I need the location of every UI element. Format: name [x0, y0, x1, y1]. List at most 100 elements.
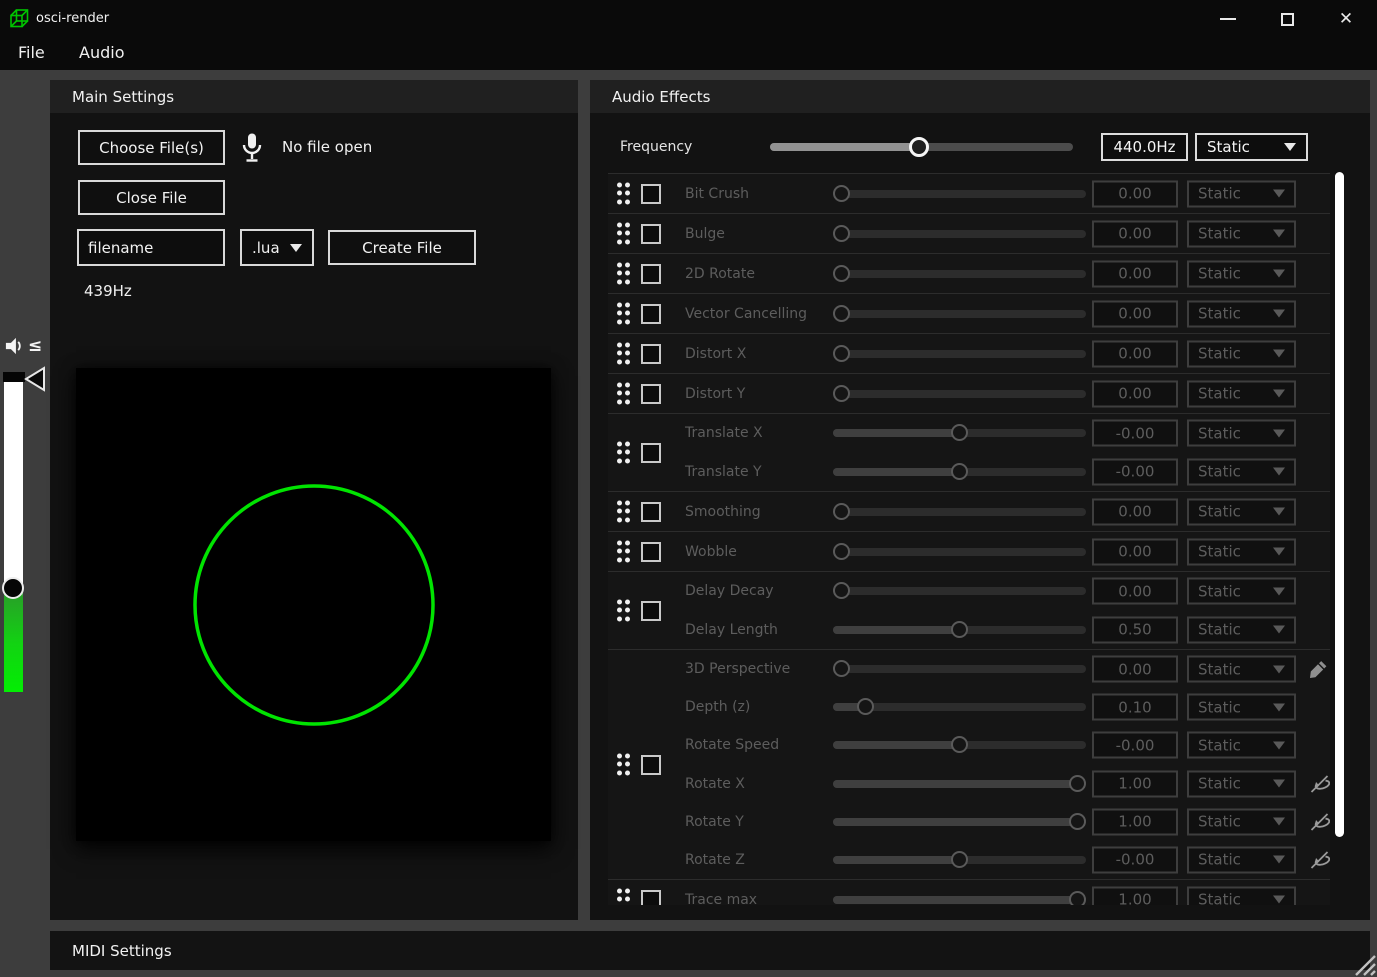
effect-slider[interactable] [833, 190, 1086, 198]
effect-value-box[interactable]: 0.10 [1092, 694, 1178, 721]
create-file-button[interactable]: Create File [328, 230, 476, 265]
effect-slider[interactable] [833, 230, 1086, 238]
effect-mode-dropdown[interactable]: Static [1187, 538, 1296, 565]
effect-slider-thumb[interactable] [951, 851, 968, 868]
effect-slider-thumb[interactable] [951, 621, 968, 638]
effect-slider-thumb[interactable] [857, 698, 874, 715]
effect-slider[interactable] [833, 741, 1086, 749]
file-extension-dropdown[interactable]: .lua [240, 229, 314, 266]
volume-slider-thumb[interactable] [2, 577, 24, 599]
effect-value-box[interactable]: 0.00 [1092, 656, 1178, 683]
rotate-axis-icon[interactable] [1308, 848, 1330, 871]
effect-mode-dropdown[interactable]: Static [1187, 808, 1296, 835]
menu-audio[interactable]: Audio [79, 43, 124, 62]
effect-value-box[interactable]: 1.00 [1092, 886, 1178, 905]
effect-slider-thumb[interactable] [951, 736, 968, 753]
effect-slider[interactable] [833, 818, 1086, 826]
volume-level-arrow-icon[interactable] [24, 366, 46, 392]
effect-slider[interactable] [833, 310, 1086, 318]
effect-slider-thumb[interactable] [1069, 813, 1086, 830]
effect-slider[interactable] [833, 856, 1086, 864]
effect-slider-thumb[interactable] [951, 463, 968, 480]
frequency-value-box[interactable]: 440.0Hz [1101, 133, 1188, 161]
effect-mode-dropdown[interactable]: Static [1187, 846, 1296, 873]
effect-mode-dropdown[interactable]: Static [1187, 420, 1296, 447]
effect-slider[interactable] [833, 587, 1086, 595]
effect-value-box[interactable]: 0.00 [1092, 380, 1178, 407]
effect-value-box[interactable]: 1.00 [1092, 770, 1178, 797]
effect-mode-dropdown[interactable]: Static [1187, 498, 1296, 525]
effect-mode-dropdown[interactable]: Static [1187, 694, 1296, 721]
effect-value-box[interactable]: 0.00 [1092, 220, 1178, 247]
effect-slider[interactable] [833, 780, 1086, 788]
effect-slider[interactable] [833, 270, 1086, 278]
effect-slider-thumb[interactable] [833, 503, 850, 520]
effect-slider[interactable] [833, 548, 1086, 556]
midi-settings-panel[interactable]: MIDI Settings [50, 931, 1370, 970]
effect-value-box[interactable]: 0.00 [1092, 538, 1178, 565]
effect-mode-dropdown[interactable]: Static [1187, 616, 1296, 643]
main-settings-header[interactable]: Main Settings [50, 80, 578, 113]
maximize-button[interactable] [1264, 0, 1310, 38]
effect-mode-dropdown[interactable]: Static [1187, 260, 1296, 287]
minimize-button[interactable] [1205, 0, 1251, 38]
effect-slider-thumb[interactable] [833, 225, 850, 242]
effect-slider-thumb[interactable] [833, 582, 850, 599]
rotate-axis-icon[interactable] [1308, 772, 1330, 795]
effect-value-box[interactable]: -0.00 [1092, 732, 1178, 759]
frequency-mode-dropdown[interactable]: Static [1195, 133, 1308, 161]
effect-slider-thumb[interactable] [1069, 775, 1086, 792]
rotate-axis-icon[interactable] [1308, 810, 1330, 833]
close-button[interactable]: ✕ [1323, 0, 1369, 38]
effect-slider-thumb[interactable] [833, 185, 850, 202]
effect-slider[interactable] [833, 468, 1086, 476]
effect-slider-thumb[interactable] [833, 345, 850, 362]
effect-slider[interactable] [833, 626, 1086, 634]
effect-slider-thumb[interactable] [833, 305, 850, 322]
effect-mode-dropdown[interactable]: Static [1187, 770, 1296, 797]
effect-mode-dropdown[interactable]: Static [1187, 656, 1296, 683]
effect-slider-thumb[interactable] [833, 265, 850, 282]
effect-slider[interactable] [833, 508, 1086, 516]
effect-mode-dropdown[interactable]: Static [1187, 886, 1296, 905]
effect-slider[interactable] [833, 429, 1086, 437]
choose-files-button[interactable]: Choose File(s) [78, 130, 225, 165]
effect-value-box[interactable]: -0.00 [1092, 458, 1178, 485]
effect-slider[interactable] [833, 703, 1086, 711]
effect-value-box[interactable]: 0.00 [1092, 340, 1178, 367]
effect-slider-thumb[interactable] [833, 543, 850, 560]
effect-value-box[interactable]: 0.00 [1092, 260, 1178, 287]
effect-slider[interactable] [833, 665, 1086, 673]
menu-file[interactable]: File [18, 43, 45, 62]
effect-slider-thumb[interactable] [833, 385, 850, 402]
effect-mode-dropdown[interactable]: Static [1187, 220, 1296, 247]
effect-value-box[interactable]: -0.00 [1092, 846, 1178, 873]
frequency-slider[interactable] [770, 143, 1073, 151]
audio-effects-header[interactable]: Audio Effects [590, 80, 1370, 113]
effect-mode-dropdown[interactable]: Static [1187, 380, 1296, 407]
effect-slider-thumb[interactable] [951, 424, 968, 441]
close-file-button[interactable]: Close File [78, 180, 225, 215]
effect-mode-dropdown[interactable]: Static [1187, 300, 1296, 327]
effect-value-box[interactable]: -0.00 [1092, 420, 1178, 447]
effect-value-box[interactable]: 0.00 [1092, 180, 1178, 207]
effect-value-box[interactable]: 1.00 [1092, 808, 1178, 835]
frequency-slider-thumb[interactable] [909, 137, 929, 157]
effect-value-box[interactable]: 0.00 [1092, 300, 1178, 327]
effect-mode-dropdown[interactable]: Static [1187, 340, 1296, 367]
effect-mode-dropdown[interactable]: Static [1187, 180, 1296, 207]
effect-slider[interactable] [833, 390, 1086, 398]
pencil-icon[interactable] [1308, 659, 1329, 680]
filename-input[interactable] [77, 229, 225, 266]
volume-slider[interactable] [4, 372, 23, 692]
effects-scrollbar[interactable] [1335, 172, 1344, 837]
effect-value-box[interactable]: 0.00 [1092, 498, 1178, 525]
effect-value-box[interactable]: 0.50 [1092, 616, 1178, 643]
effect-slider-thumb[interactable] [833, 660, 850, 677]
effect-mode-dropdown[interactable]: Static [1187, 458, 1296, 485]
effect-slider[interactable] [833, 350, 1086, 358]
microphone-icon[interactable] [240, 132, 264, 168]
effect-slider[interactable] [833, 896, 1086, 904]
effect-mode-dropdown[interactable]: Static [1187, 578, 1296, 605]
effect-slider-thumb[interactable] [1069, 891, 1086, 906]
